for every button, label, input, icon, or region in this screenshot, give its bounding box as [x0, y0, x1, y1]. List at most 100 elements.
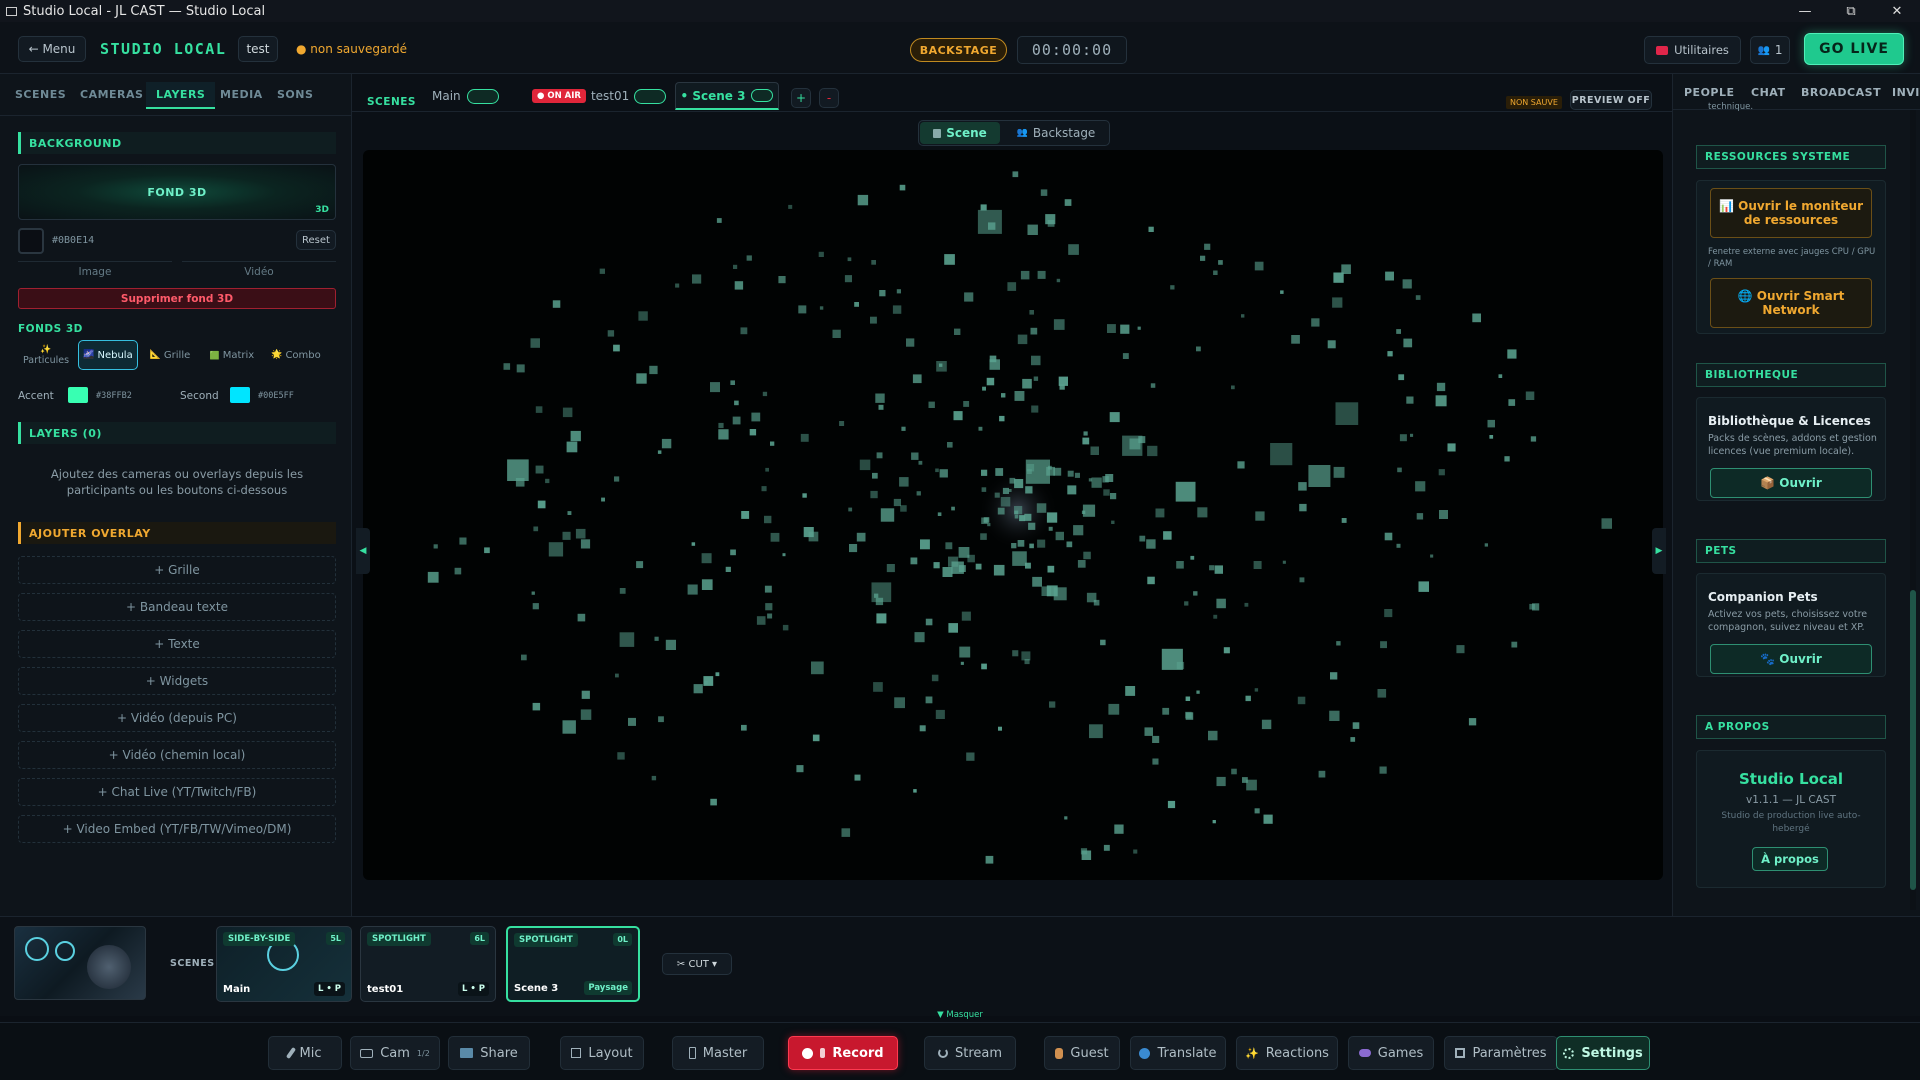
reactions-button[interactable]: ✨ Reactions	[1236, 1036, 1338, 1070]
scene-card-test01[interactable]: SPOTLIGHT 6L test01 L • P	[360, 926, 496, 1002]
about-button[interactable]: À propos	[1752, 847, 1828, 871]
background-color-value[interactable]: #0B0E14	[52, 235, 94, 246]
particle	[1261, 719, 1272, 730]
record-button[interactable]: Record	[788, 1036, 898, 1070]
particle	[521, 654, 527, 661]
fond-grille[interactable]: 📐 Grille	[142, 340, 198, 370]
games-button[interactable]: Games	[1348, 1036, 1434, 1070]
reset-button[interactable]: Reset	[296, 230, 336, 250]
toggle-icon[interactable]	[634, 88, 667, 104]
particle	[545, 478, 550, 484]
minimize-button[interactable]: —	[1782, 0, 1828, 22]
right-scrollbar-thumb[interactable]	[1910, 590, 1916, 890]
delete-3d-background-button[interactable]: Supprimer fond 3D	[18, 288, 336, 309]
tab-chat[interactable]: CHAT	[1751, 86, 1785, 99]
video-button[interactable]: Vidéo	[182, 261, 336, 281]
tab-sons[interactable]: SONS	[277, 88, 313, 101]
add-grid-button[interactable]: + Grille	[18, 556, 336, 584]
particle	[980, 204, 987, 211]
particle	[1137, 326, 1141, 330]
particle	[1110, 493, 1117, 500]
close-button[interactable]: ✕	[1874, 0, 1920, 22]
maximize-button[interactable]: ⧉	[1828, 0, 1874, 22]
second-color-swatch[interactable]	[230, 387, 250, 403]
add-video-pc-button[interactable]: + Vidéo (depuis PC)	[18, 704, 336, 732]
translate-button[interactable]: Translate	[1130, 1036, 1226, 1070]
add-widgets-button[interactable]: + Widgets	[18, 667, 336, 695]
toggle-icon[interactable]	[466, 88, 499, 104]
toggle-icon[interactable]	[751, 89, 774, 102]
scene-tab-test01[interactable]: ● ON AIR test01	[532, 86, 667, 106]
layout-button[interactable]: Layout	[560, 1036, 644, 1070]
go-live-button[interactable]: GO LIVE	[1804, 33, 1904, 65]
particle	[978, 426, 983, 431]
right-scrollbar-track[interactable]	[1910, 110, 1916, 910]
view-scene-label: Scene	[946, 126, 987, 140]
scene-preview-canvas[interactable]	[363, 150, 1663, 880]
scene-card-scene3[interactable]: SPOTLIGHT 0L Scene 3 Paysage	[506, 926, 640, 1002]
background-preview[interactable]: FOND 3D 3D	[18, 164, 336, 220]
collapse-right-button[interactable]: ▶	[1652, 528, 1666, 574]
cam-button[interactable]: Cam 1/2	[350, 1036, 440, 1070]
mic-button[interactable]: Mic	[268, 1036, 342, 1070]
remove-scene-button[interactable]: -	[819, 88, 839, 108]
tab-people[interactable]: PEOPLE	[1684, 86, 1735, 99]
scene-card-main[interactable]: SIDE-BY-SIDE 5L Main L • P	[216, 926, 352, 1002]
backstage-badge[interactable]: BACKSTAGE	[910, 38, 1007, 62]
particle	[691, 542, 696, 546]
nebula-particles	[427, 171, 1612, 864]
collapse-left-button[interactable]: ◀	[356, 528, 370, 574]
mic-label: Mic	[299, 1045, 322, 1061]
tab-broadcast[interactable]: BROADCAST	[1801, 86, 1881, 99]
fond-combo[interactable]: 🌟 Combo	[266, 340, 326, 370]
stream-button[interactable]: Stream	[924, 1036, 1016, 1070]
view-scene-button[interactable]: Scene	[920, 122, 1000, 144]
satellite-icon	[937, 1048, 948, 1058]
masquer-toggle[interactable]: ▼ Masquer	[0, 1010, 1920, 1020]
particle	[1487, 419, 1495, 428]
master-button[interactable]: Master	[672, 1036, 764, 1070]
project-name[interactable]: test	[238, 36, 278, 62]
fond-nebula[interactable]: 🌌 Nebula	[78, 340, 138, 370]
accent-color-swatch[interactable]	[68, 387, 88, 403]
tab-invite[interactable]: INVIT	[1892, 86, 1920, 99]
settings-button[interactable]: Settings	[1556, 1036, 1650, 1070]
pets-open-button[interactable]: 🐾 Ouvrir	[1710, 644, 1872, 674]
library-open-button[interactable]: 📦 Ouvrir	[1710, 468, 1872, 498]
add-video-embed-button[interactable]: + Video Embed (YT/FB/TW/Vimeo/DM)	[18, 815, 336, 843]
open-smart-network-button[interactable]: 🌐 Ouvrir Smart Network	[1710, 278, 1872, 328]
parametres-button[interactable]: Paramètres	[1444, 1036, 1558, 1070]
particle	[1103, 489, 1110, 496]
utilities-button[interactable]: Utilitaires	[1644, 36, 1741, 64]
add-chat-live-button[interactable]: + Chat Live (YT/Twitch/FB)	[18, 778, 336, 806]
add-video-local-button[interactable]: + Vidéo (chemin local)	[18, 741, 336, 769]
add-text-button[interactable]: + Texte	[18, 630, 336, 658]
background-color-swatch[interactable]	[18, 228, 44, 254]
tab-media[interactable]: MEDIA	[220, 88, 263, 101]
tab-cameras[interactable]: CAMERAS	[80, 88, 143, 101]
scene-tab-main[interactable]: Main	[432, 86, 499, 106]
particle	[1082, 437, 1090, 445]
tab-scenes[interactable]: SCENES	[15, 88, 66, 101]
image-button[interactable]: Image	[18, 261, 172, 281]
fond-matrix[interactable]: 🟩 Matrix	[202, 340, 262, 370]
open-monitor-button[interactable]: 📊 Ouvrir le moniteur de ressources	[1710, 188, 1872, 238]
particle	[928, 401, 935, 408]
scene-tab-scene3[interactable]: • Scene 3	[675, 82, 779, 110]
particle	[788, 204, 793, 209]
fond-particules[interactable]: ✨ Particules	[18, 340, 74, 370]
tab-layers[interactable]: LAYERS	[146, 82, 216, 109]
share-button[interactable]: Share	[448, 1036, 530, 1070]
view-backstage-button[interactable]: 👥 Backstage	[1004, 122, 1108, 144]
particle	[1299, 577, 1305, 583]
particle	[960, 661, 964, 665]
add-scene-button[interactable]: +	[791, 88, 811, 108]
particle	[1246, 779, 1257, 791]
people-count-button[interactable]: 👥 1	[1750, 36, 1790, 64]
cut-transition-select[interactable]: ✂ CUT ▾	[662, 953, 732, 975]
program-thumbnail[interactable]	[14, 926, 146, 1000]
preview-off-button[interactable]: PREVIEW OFF	[1570, 90, 1652, 110]
guest-button[interactable]: Guest	[1044, 1036, 1120, 1070]
add-text-banner-button[interactable]: + Bandeau texte	[18, 593, 336, 621]
menu-button[interactable]: ← Menu	[18, 36, 86, 62]
